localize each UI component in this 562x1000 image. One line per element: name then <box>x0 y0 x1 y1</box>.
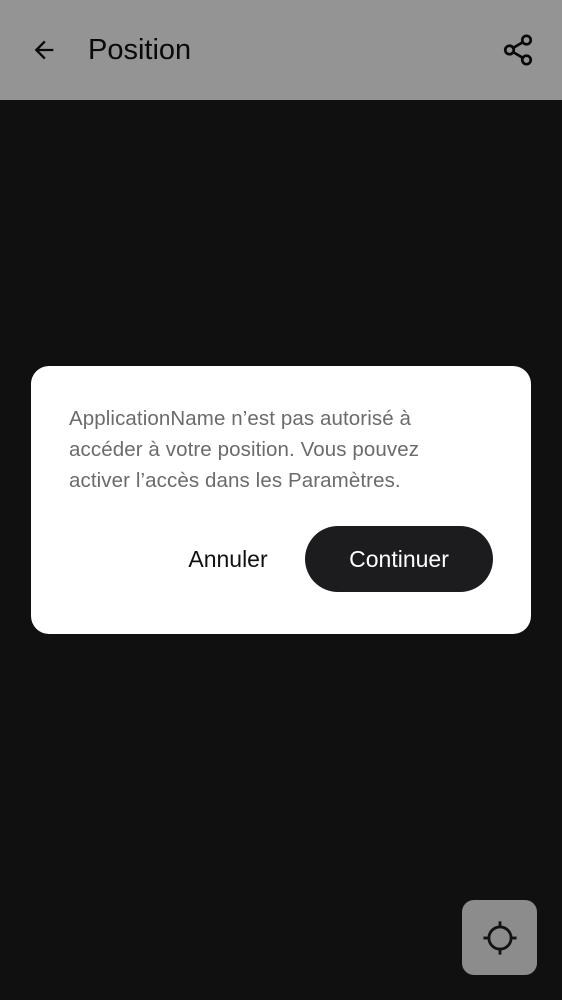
cancel-button[interactable]: Annuler <box>161 526 295 592</box>
screen: Position ApplicationName n’est pas autor… <box>0 0 562 1000</box>
continue-button[interactable]: Continuer <box>305 526 493 592</box>
location-permission-dialog: ApplicationName n’est pas autorisé à acc… <box>31 366 531 634</box>
dialog-message: ApplicationName n’est pas autorisé à acc… <box>69 407 420 492</box>
